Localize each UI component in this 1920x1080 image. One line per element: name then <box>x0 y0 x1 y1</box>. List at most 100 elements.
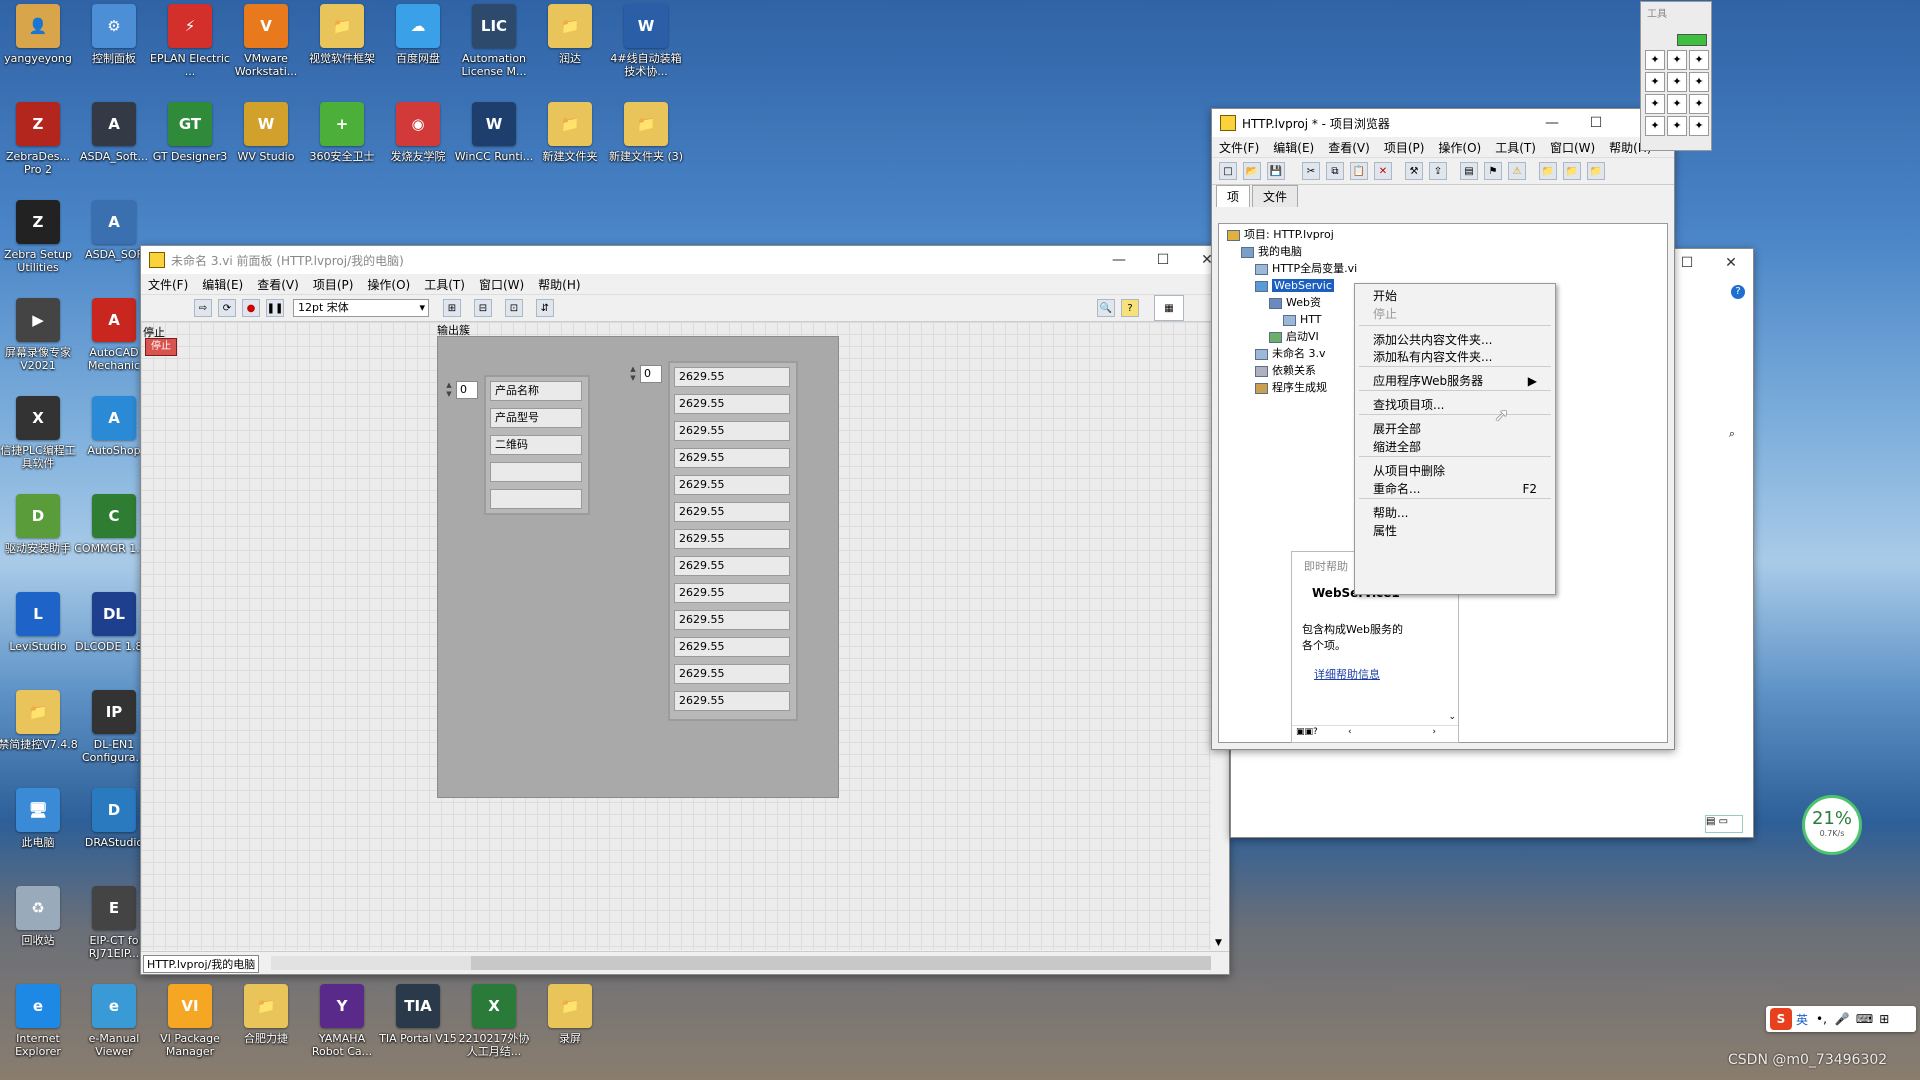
menu-item[interactable]: 项目(P) <box>306 276 361 293</box>
array2-index[interactable]: 0 <box>640 365 662 383</box>
array1-spinner[interactable]: ▲ ▼ <box>444 381 454 399</box>
menu-item[interactable]: 文件(F) <box>141 276 195 293</box>
punctuation-icon[interactable]: •, <box>1816 1012 1827 1026</box>
tree-item[interactable]: 程序生成规 <box>1255 381 1327 395</box>
breakpoint-icon[interactable]: ✦ <box>1645 94 1665 114</box>
desktop-icon[interactable]: Z Zebra Setup Utilities <box>0 196 76 288</box>
desktop-icon[interactable]: Z ZebraDes... Pro 2 <box>0 98 76 190</box>
desktop-icon[interactable]: VI VI Package Manager <box>152 980 228 1072</box>
folder-icon[interactable]: 📁 <box>1539 162 1557 180</box>
context-menu-item[interactable]: 开始 <box>1373 288 1537 304</box>
run-continuous-icon[interactable]: ⟳ <box>218 299 236 317</box>
tree-item[interactable]: WebServic <box>1255 279 1334 293</box>
help-icon[interactable]: ? <box>1121 299 1139 317</box>
desktop-icon[interactable]: +360安全卫士 <box>304 98 380 190</box>
context-menu-item[interactable]: 从项目中删除 <box>1373 463 1537 479</box>
deploy-icon[interactable]: ⇪ <box>1429 162 1447 180</box>
desktop-icon[interactable]: 📁 新建文件夹 (3) <box>608 98 684 190</box>
array2-element[interactable]: 2629.55 <box>674 394 790 414</box>
open-icon[interactable]: 📂 <box>1243 162 1261 180</box>
tree-item[interactable]: 未命名 3.v <box>1255 347 1326 361</box>
resize-objects-icon[interactable]: ⊡ <box>505 299 523 317</box>
menu-item[interactable]: 项目(P) <box>1377 139 1432 156</box>
distribute-objects-icon[interactable]: ⊟ <box>474 299 492 317</box>
desktop-icon[interactable]: A ASDA_Soft... <box>76 98 152 190</box>
copy-icon[interactable]: ⧉ <box>1326 162 1344 180</box>
desktop-icon[interactable]: TIA TIA Portal V15 <box>379 980 457 1072</box>
array2-element[interactable]: 2629.55 <box>674 421 790 441</box>
horizontal-scrollbar[interactable] <box>271 956 1211 970</box>
array1-index[interactable]: 0 <box>456 381 478 399</box>
font-select[interactable]: 12pt 宋体 ▾ <box>293 299 429 317</box>
desktop-icon[interactable]: LIC Automation License M... <box>456 0 532 92</box>
auto-tool-toggle[interactable] <box>1677 34 1707 46</box>
minimize-button[interactable]: — <box>1530 109 1574 137</box>
lock-icon[interactable]: ▣▣? <box>1296 727 1318 737</box>
desktop-icon[interactable]: V VMware Workstati... <box>228 0 304 92</box>
tree-item[interactable]: 依赖关系 <box>1255 364 1316 378</box>
search-icon[interactable]: 🔍 <box>1097 299 1115 317</box>
save-icon[interactable]: 💾 <box>1267 162 1285 180</box>
tree-item[interactable]: HTTP全局变量.vi <box>1255 262 1357 276</box>
tab-items[interactable]: 项 <box>1216 185 1251 207</box>
view-toggle-icon[interactable]: ▤ ▭ <box>1705 815 1743 833</box>
tree-item[interactable]: 启动VI <box>1269 330 1319 344</box>
arrow-icon[interactable]: ✦ <box>1667 50 1687 70</box>
network-widget[interactable]: 21% 0.7K/s <box>1802 795 1862 855</box>
menu-item[interactable]: 查看(V) <box>250 276 306 293</box>
menu-item[interactable]: 编辑(E) <box>195 276 250 293</box>
wire-icon[interactable]: ✦ <box>1645 72 1665 92</box>
align-objects-icon[interactable]: ⊞ <box>443 299 461 317</box>
desktop-icon[interactable]: Y YAMAHA Robot Ca... <box>304 980 380 1072</box>
desktop-icon[interactable]: W 4#线自动装箱技术协... <box>608 0 684 92</box>
array1-element[interactable]: 产品型号 <box>490 408 582 428</box>
context-menu-item[interactable]: 属性 <box>1373 523 1537 539</box>
folder-sync-icon[interactable]: 📁 <box>1587 162 1605 180</box>
menu-item[interactable]: 编辑(E) <box>1266 139 1321 156</box>
menu-item[interactable]: 窗口(W) <box>472 276 531 293</box>
desktop-icon[interactable]: 📁 润达 <box>532 0 608 92</box>
menu-item[interactable]: 窗口(W) <box>1543 139 1602 156</box>
array2-spinner[interactable]: ▲ ▼ <box>628 365 638 383</box>
desktop-icon[interactable]: 📁 录屏 <box>532 980 608 1072</box>
menu-item[interactable]: 工具(T) <box>417 276 472 293</box>
abort-icon[interactable]: ● <box>242 299 260 317</box>
desktop-icon[interactable]: X 信捷PLC编程工具软件 <box>0 392 76 484</box>
scroll-left-icon[interactable]: ‹ <box>1348 727 1352 737</box>
menu-item[interactable]: 工具(T) <box>1488 139 1543 156</box>
array2-element[interactable]: 2629.55 <box>674 529 790 549</box>
menu-item[interactable]: 操作(O) <box>1431 139 1488 156</box>
front-panel-canvas[interactable]: 停止 停止 输出簇 ▲ ▼ 0 产品名称 产品型号 二维码 ▲ ▼ 0 2629.55 2… <box>141 322 1211 950</box>
context-menu-item[interactable]: 添加私有内容文件夹... <box>1373 349 1537 365</box>
context-menu-item[interactable]: 添加公共内容文件夹... <box>1373 332 1537 348</box>
scroll-thumb[interactable] <box>471 956 1211 970</box>
new-icon[interactable]: □ <box>1219 162 1237 180</box>
scroll-down-icon[interactable]: ▼ <box>1215 938 1222 948</box>
probe-icon[interactable]: ✦ <box>1667 94 1687 114</box>
delete-icon[interactable]: ✕ <box>1374 162 1392 180</box>
menu-item[interactable]: 文件(F) <box>1212 139 1266 156</box>
desktop-icon[interactable]: ♻ 回收站 <box>0 882 76 974</box>
desktop-icon[interactable]: ◉ 发烧友学院 <box>380 98 456 190</box>
scroll-down-icon[interactable]: ⌄ <box>1448 712 1456 722</box>
array2-element[interactable]: 2629.55 <box>674 475 790 495</box>
tab-files[interactable]: 文件 <box>1252 185 1299 207</box>
ime-bar[interactable]: S 英 •, 🎤 ⌨ ⊞ <box>1766 1006 1916 1032</box>
scroll-right-icon[interactable]: › <box>1432 727 1436 737</box>
context-menu-item[interactable]: 帮助... <box>1373 505 1537 521</box>
desktop-icon[interactable]: W WinCC Runti... <box>455 98 533 190</box>
build-icon[interactable]: ⚒ <box>1405 162 1423 180</box>
menu-item[interactable]: 查看(V) <box>1321 139 1377 156</box>
color-picker-icon[interactable]: ✦ <box>1689 94 1709 114</box>
maximize-button[interactable]: ☐ <box>1574 109 1618 137</box>
brush-icon[interactable]: ✦ <box>1667 116 1687 136</box>
tree-item[interactable]: Web资 <box>1269 296 1321 310</box>
stop-button[interactable]: 停止 <box>145 338 177 356</box>
pause-icon[interactable]: ❚❚ <box>266 299 284 317</box>
desktop-icon[interactable]: 📁 禁简捷控V7.4.8 <box>0 686 78 778</box>
cut-icon[interactable]: ✂ <box>1302 162 1320 180</box>
array2-element[interactable]: 2629.55 <box>674 664 790 684</box>
desktop-icon[interactable]: X 2210217外协人工月结... <box>456 980 532 1072</box>
search-icon[interactable]: ⌕ <box>1729 427 1735 441</box>
project-explorer-titlebar[interactable]: HTTP.lvproj * - 项目浏览器 — ☐ <box>1212 109 1674 137</box>
